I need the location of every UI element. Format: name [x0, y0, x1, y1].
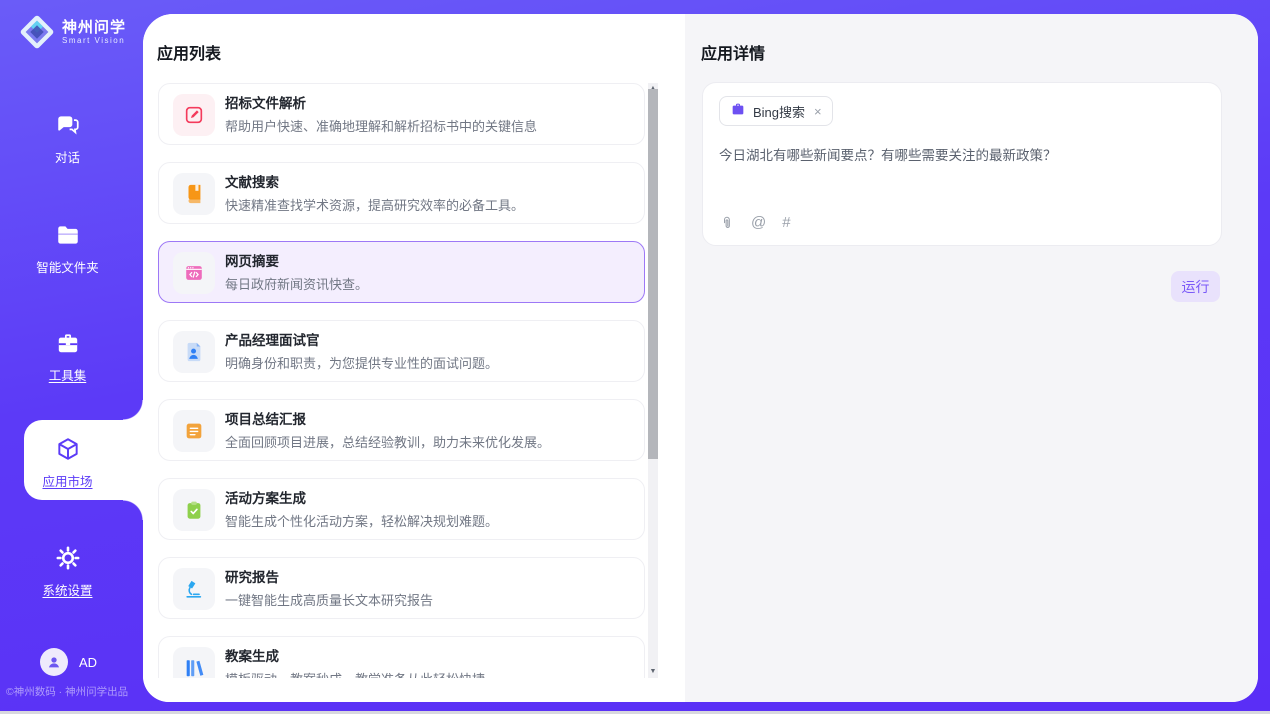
- query-input[interactable]: 今日湖北有哪些新闻要点？有哪些需要关注的最新政策？: [719, 146, 1199, 165]
- app-description: 帮助用户快速、准确地理解和解析招标书中的关键信息: [225, 118, 632, 136]
- app-detail-panel: 应用详情 Bing搜索 × 今日湖北有哪些新闻要点？有哪些需要关注的最新政策？ …: [685, 14, 1258, 702]
- list-item-event-plan[interactable]: 活动方案生成 智能生成个性化活动方案，轻松解决规划难题。: [158, 478, 645, 540]
- tool-chip-bing-search[interactable]: Bing搜索 ×: [719, 96, 833, 126]
- webpage-code-icon: [173, 252, 215, 294]
- sidebar-item-label: 对话: [0, 147, 135, 166]
- app-list: 招标文件解析 帮助用户快速、准确地理解和解析招标书中的关键信息 文献搜索 快速精…: [158, 83, 645, 678]
- scrollbar-thumb[interactable]: [648, 89, 658, 459]
- book-icon: [173, 173, 215, 215]
- gear-icon: [55, 545, 81, 571]
- copyright-text: ©神州数码 · 神州问学出品: [6, 684, 142, 699]
- cube-icon: [55, 436, 81, 462]
- brand-diamond-icon: [18, 13, 56, 51]
- app-name: 招标文件解析: [225, 95, 632, 113]
- bubble-corner-top: [123, 400, 143, 420]
- app-name: 网页摘要: [225, 253, 632, 271]
- sidebar-item-label: 工具集: [0, 365, 135, 384]
- interviewer-icon: [173, 331, 215, 373]
- tool-chip-label: Bing搜索: [753, 102, 805, 121]
- bubble-corner-bottom: [123, 500, 143, 520]
- chat-icon: [55, 112, 81, 138]
- list-item-pm-interviewer[interactable]: 产品经理面试官 明确身份和职责，为您提供专业性的面试问题。: [158, 320, 645, 382]
- hash-icon[interactable]: #: [782, 214, 790, 232]
- books-icon: [173, 647, 215, 678]
- sidebar-item-label: 智能文件夹: [0, 257, 135, 276]
- scroll-down-icon[interactable]: ▼: [648, 666, 658, 678]
- app-name: 文献搜索: [225, 174, 632, 192]
- app-description: 智能生成个性化活动方案，轻松解决规划难题。: [225, 513, 632, 531]
- app-description: 每日政府新闻资讯快查。: [225, 276, 632, 294]
- list-item-research-report[interactable]: 研究报告 一键智能生成高质量长文本研究报告: [158, 557, 645, 619]
- app-name: 产品经理面试官: [225, 332, 632, 350]
- run-button[interactable]: 运行: [1171, 271, 1220, 302]
- toolbox-icon: [55, 330, 81, 356]
- briefcase-icon: [730, 101, 746, 122]
- sidebar: 神州问学 Smart Vision 对话 智能文件夹 工具集 应用市场 系统设: [0, 0, 143, 714]
- list-item-bid-analysis[interactable]: 招标文件解析 帮助用户快速、准确地理解和解析招标书中的关键信息: [158, 83, 645, 145]
- app-description: 明确身份和职责，为您提供专业性的面试问题。: [225, 355, 632, 373]
- attachment-icon[interactable]: [719, 214, 735, 232]
- brand-name: 神州问学: [62, 19, 126, 36]
- prompt-card[interactable]: Bing搜索 × 今日湖北有哪些新闻要点？有哪些需要关注的最新政策？ @ #: [702, 82, 1222, 246]
- report-note-icon: [173, 410, 215, 452]
- app-list-title: 应用列表: [157, 40, 221, 64]
- composer-toolbar: @ #: [719, 214, 791, 232]
- list-item-webpage-summary[interactable]: 网页摘要 每日政府新闻资讯快查。: [158, 241, 645, 303]
- folder-icon: [55, 222, 81, 248]
- user-name: AD: [79, 655, 97, 670]
- sidebar-item-label: 应用市场: [0, 471, 135, 490]
- clipboard-check-icon: [173, 489, 215, 531]
- app-description: 全面回顾项目进展，总结经验教训，助力未来优化发展。: [225, 434, 632, 452]
- microscope-icon: [173, 568, 215, 610]
- main-surface: 应用列表 招标文件解析 帮助用户快速、准确地理解和解析招标书中的关键信息 文献搜…: [143, 14, 1258, 702]
- bid-doc-edit-icon: [173, 94, 215, 136]
- sidebar-item-settings[interactable]: 系统设置: [0, 545, 135, 599]
- brand-subtitle: Smart Vision: [62, 36, 126, 45]
- mention-icon[interactable]: @: [751, 214, 766, 232]
- sidebar-item-chat[interactable]: 对话: [0, 112, 135, 166]
- app-description: 快速精准查找学术资源，提高研究效率的必备工具。: [225, 197, 632, 215]
- app-description: 模板驱动，教案秒成，教学准备从此轻松快捷: [225, 671, 632, 678]
- app-name: 教案生成: [225, 648, 632, 666]
- app-name: 活动方案生成: [225, 490, 632, 508]
- sidebar-item-toolset[interactable]: 工具集: [0, 330, 135, 384]
- app-description: 一键智能生成高质量长文本研究报告: [225, 592, 632, 610]
- avatar: [40, 648, 68, 676]
- list-item-literature-search[interactable]: 文献搜索 快速精准查找学术资源，提高研究效率的必备工具。: [158, 162, 645, 224]
- brand-logo: 神州问学 Smart Vision: [18, 13, 126, 51]
- list-item-lesson-plan[interactable]: 教案生成 模板驱动，教案秒成，教学准备从此轻松快捷: [158, 636, 645, 678]
- sidebar-item-label: 系统设置: [0, 580, 135, 599]
- list-scrollbar[interactable]: ▲ ▼: [648, 83, 658, 678]
- app-name: 研究报告: [225, 569, 632, 587]
- app-list-panel: 应用列表 招标文件解析 帮助用户快速、准确地理解和解析招标书中的关键信息 文献搜…: [143, 14, 685, 702]
- user-account[interactable]: AD: [40, 648, 97, 676]
- app-detail-title: 应用详情: [701, 40, 765, 64]
- sidebar-item-app-market[interactable]: 应用市场: [0, 436, 135, 490]
- list-item-project-summary[interactable]: 项目总结汇报 全面回顾项目进展，总结经验教训，助力未来优化发展。: [158, 399, 645, 461]
- app-name: 项目总结汇报: [225, 411, 632, 429]
- sidebar-item-smart-folder[interactable]: 智能文件夹: [0, 222, 135, 276]
- close-icon[interactable]: ×: [814, 104, 822, 119]
